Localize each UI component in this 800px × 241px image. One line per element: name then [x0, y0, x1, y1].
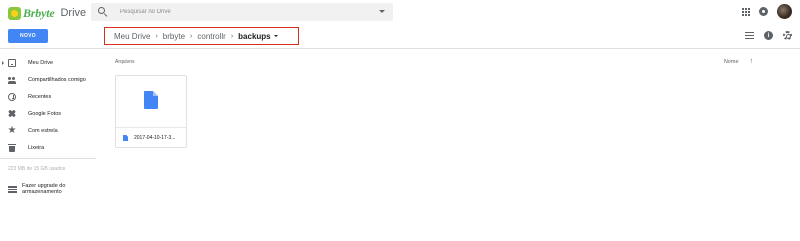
sidebar-item-label: Com estrela — [28, 128, 58, 134]
storage-usage: 223 MB de 15 GB usados — [8, 166, 66, 172]
storage-icon — [8, 186, 17, 193]
breadcrumb: Meu Drive › brbyte › controllr › backups — [104, 27, 299, 45]
upgrade-storage-label: Fazer upgrade do armazenamento — [22, 183, 66, 195]
folder-menu-dropdown-icon[interactable] — [273, 35, 278, 37]
sidebar-item-recentes[interactable]: Recentes — [0, 89, 96, 105]
search-input[interactable] — [120, 9, 360, 15]
sidebar-item-label: Recentes — [28, 94, 52, 100]
sort-arrow-up-icon[interactable]: ↑ — [750, 58, 754, 65]
sidebar-item-label: Compartilhados comigo — [28, 77, 86, 83]
list-view-icon[interactable] — [745, 32, 754, 39]
sidebar-item-com-estrela[interactable]: ★ Com estrela — [0, 123, 96, 139]
sidebar-item-meu-drive[interactable]: Meu Drive — [0, 55, 96, 71]
main-content: Arquivos Nome ↑ 2017-04-10-17-3... — [96, 50, 800, 241]
gear-icon[interactable] — [783, 31, 792, 40]
apps-grid-icon[interactable] — [742, 7, 750, 16]
chevron-right-icon: › — [230, 32, 234, 40]
info-icon[interactable]: i — [764, 31, 773, 40]
sidebar-item-lixeira[interactable]: Lixeira — [0, 140, 96, 156]
chevron-right-icon: › — [155, 32, 158, 40]
section-title: Arquivos — [115, 59, 135, 65]
brand-logo-icon — [8, 6, 21, 20]
logo[interactable]: Brbyte Drive — [8, 3, 88, 23]
chevron-right-icon: › — [190, 32, 193, 40]
search-options-dropdown-icon[interactable] — [379, 10, 385, 13]
file-info-row: 2017-04-10-17-3... — [123, 135, 175, 141]
sidebar-item-label: Lixeira — [28, 145, 45, 151]
new-button[interactable]: NOVO — [8, 29, 48, 43]
sidebar-item-label: Meu Drive — [28, 60, 54, 66]
search-icon[interactable] — [98, 7, 108, 17]
drive-icon — [8, 59, 16, 67]
product-name: Drive — [60, 7, 87, 19]
expand-arrow-icon[interactable] — [2, 61, 4, 65]
sort-control[interactable]: Nome ↑ — [724, 58, 753, 65]
shared-icon — [8, 76, 16, 84]
breadcrumb-item-controllr[interactable]: controllr — [197, 32, 225, 41]
top-right-icons — [742, 4, 792, 19]
sidebar-item-label: Google Fotos — [28, 111, 62, 117]
clock-icon — [8, 93, 16, 101]
notifications-icon[interactable] — [759, 7, 768, 16]
document-small-icon — [123, 135, 128, 141]
search-box[interactable] — [91, 3, 393, 21]
sub-toolbar: NOVO Meu Drive › brbyte › controllr › ba… — [0, 24, 800, 49]
breadcrumb-item-meu-drive[interactable]: Meu Drive — [114, 32, 150, 41]
top-bar: Brbyte Drive — [0, 0, 800, 24]
breadcrumb-item-brbyte[interactable]: brbyte — [163, 32, 185, 41]
view-controls: i — [745, 31, 792, 40]
upgrade-storage-link[interactable]: Fazer upgrade do armazenamento — [0, 182, 96, 198]
sidebar-item-google-fotos[interactable]: Google Fotos — [0, 106, 96, 122]
photos-icon — [8, 110, 16, 118]
star-icon: ★ — [7, 125, 17, 136]
file-card[interactable]: 2017-04-10-17-3... — [115, 75, 187, 148]
breadcrumb-item-backups[interactable]: backups — [238, 32, 270, 41]
file-thumbnail — [116, 76, 186, 128]
avatar[interactable] — [777, 4, 792, 19]
divider — [0, 158, 96, 159]
sort-label: Nome — [723, 58, 739, 65]
sidebar-item-compartilhados[interactable]: Compartilhados comigo — [0, 72, 96, 88]
document-icon — [144, 91, 158, 109]
file-name: 2017-04-10-17-3... — [134, 135, 176, 141]
sidebar: Meu Drive Compartilhados comigo Recentes… — [0, 50, 96, 241]
trash-icon — [8, 144, 16, 152]
brand-name: Brbyte — [23, 5, 55, 20]
